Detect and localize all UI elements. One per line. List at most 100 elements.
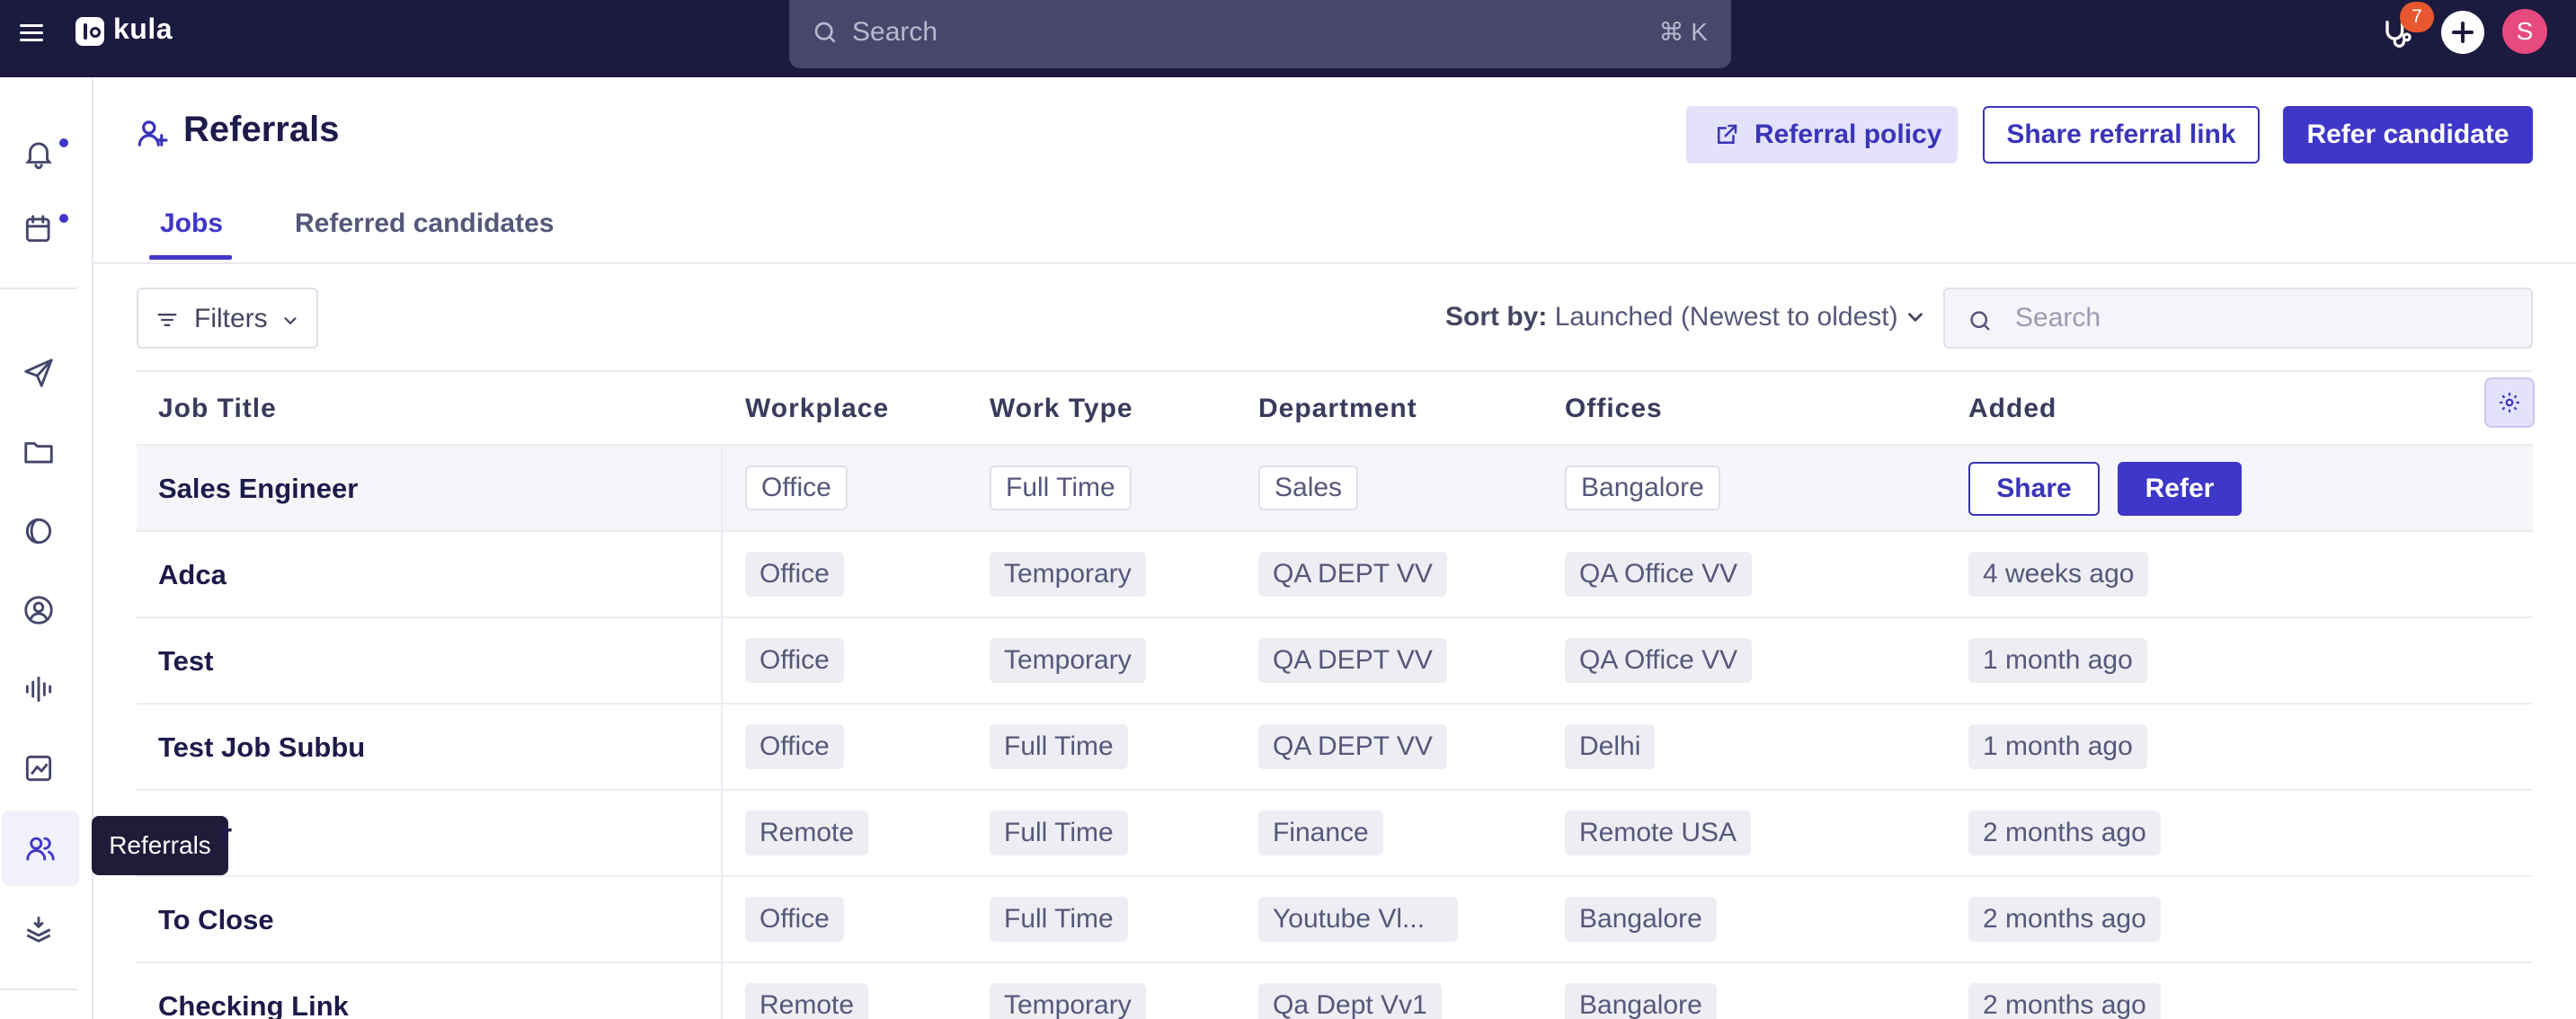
added-pill: 2 months ago [1968, 811, 2161, 855]
bell-icon [25, 142, 52, 170]
referral-policy-label: Referral policy [1754, 120, 1942, 149]
work-type-pill: Full Time [990, 897, 1128, 942]
page-title: Referrals [183, 110, 340, 149]
added-pill: 1 month ago [1968, 724, 2147, 769]
chart-icon [25, 755, 52, 782]
table-row[interactable]: r Remote Full Time Finance Remote USA 2 … [137, 791, 2533, 877]
job-title[interactable]: Test [158, 645, 213, 678]
column-header-workplace[interactable]: Workplace [745, 394, 889, 424]
job-title[interactable]: To Close [158, 904, 274, 936]
referrals-icon [26, 837, 55, 861]
column-divider [721, 446, 723, 1019]
sidebar-item-insights[interactable] [0, 492, 77, 568]
referrals-icon [138, 120, 168, 146]
workplace-pill: Remote [745, 811, 869, 855]
job-title[interactable]: Checking Link [158, 990, 349, 1019]
office-pill: Delhi [1565, 724, 1656, 769]
share-referral-link-button[interactable]: Share referral link [1983, 106, 2260, 164]
chevron-down-icon[interactable] [1904, 306, 1927, 329]
table-row[interactable]: Adca Office Temporary QA DEPT VV QA Offi… [137, 532, 2533, 618]
office-pill: Bangalore [1565, 897, 1717, 942]
avatar[interactable]: S [2502, 9, 2547, 54]
sidebar-item-notifications[interactable] [0, 115, 77, 191]
refer-button[interactable]: Refer [2118, 462, 2242, 516]
tab-jobs[interactable]: Jobs [160, 208, 223, 239]
sort-dropdown[interactable]: Sort by: Launched (Newest to oldest) [1445, 302, 1898, 332]
sidebar-item-folders[interactable] [0, 413, 77, 489]
unread-dot [59, 214, 68, 223]
add-icon[interactable] [2441, 11, 2484, 54]
table-row[interactable]: Checking Link Remote Temporary Qa Dept V… [137, 963, 2533, 1019]
user-circle-icon [24, 596, 53, 625]
sidebar-item-integrations[interactable] [0, 890, 77, 965]
jobs-search-input[interactable] [2015, 300, 2500, 336]
column-header-added[interactable]: Added [1968, 394, 2056, 424]
department-pill: Youtube Vl... [1258, 897, 1458, 942]
sidebar-item-reports[interactable] [0, 730, 77, 805]
table-row[interactable]: Test Job Subbu Office Full Time QA DEPT … [137, 704, 2533, 791]
referral-policy-button[interactable]: Referral policy [1686, 106, 1958, 164]
added-pill: 1 month ago [1968, 638, 2147, 683]
sidebar-item-profile[interactable] [0, 572, 77, 647]
top-bar: kula Search ⌘ K 7 S [0, 0, 2576, 77]
table-row[interactable]: Test Office Temporary QA DEPT VV QA Offi… [137, 618, 2533, 704]
calendar-icon [25, 215, 50, 243]
tab-referred-candidates[interactable]: Referred candidates [295, 208, 554, 239]
department-pill: Qa Dept Vv1 [1258, 983, 1442, 1019]
department-pill: QA DEPT VV [1258, 638, 1447, 683]
added-pill: 2 months ago [1968, 983, 2161, 1019]
column-header-work-type[interactable]: Work Type [990, 394, 1133, 424]
sidebar-item-outreach[interactable] [0, 334, 77, 410]
refer-candidate-button[interactable]: Refer candidate [2283, 106, 2533, 164]
half-circle-icon [25, 518, 52, 545]
global-search[interactable]: Search ⌘ K [789, 0, 1731, 68]
jobs-search[interactable] [1943, 288, 2533, 349]
department-pill: QA DEPT VV [1258, 552, 1447, 597]
sidebar-divider [0, 288, 77, 289]
sidebar-item-referrals[interactable] [2, 811, 79, 886]
menu-icon[interactable] [18, 20, 45, 47]
sidebar-divider [0, 988, 77, 990]
job-title[interactable]: Adca [158, 559, 227, 591]
workplace-pill: Office [745, 724, 844, 769]
job-title[interactable]: Sales Engineer [158, 473, 358, 505]
filter-icon [157, 314, 177, 326]
search-icon [814, 22, 836, 43]
department-pill: Sales [1258, 465, 1359, 510]
office-pill: Remote USA [1565, 811, 1752, 855]
notification-badge: 7 [2400, 2, 2434, 32]
column-header-job-title[interactable]: Job Title [158, 394, 277, 424]
added-pill: 4 weeks ago [1968, 552, 2149, 597]
work-type-pill: Temporary [990, 983, 1146, 1019]
unread-dot [59, 138, 68, 147]
work-type-pill: Full Time [990, 724, 1128, 769]
column-settings-button[interactable] [2484, 377, 2535, 428]
department-pill: QA DEPT VV [1258, 724, 1447, 769]
share-button[interactable]: Share [1968, 462, 2100, 516]
workplace-pill: Office [745, 465, 848, 510]
workplace-pill: Office [745, 552, 844, 597]
job-title[interactable]: r [221, 818, 232, 850]
app-name[interactable]: kula [113, 13, 173, 46]
column-header-department[interactable]: Department [1258, 394, 1417, 424]
sidebar-item-interviews[interactable] [0, 651, 77, 726]
office-pill: QA Office VV [1565, 638, 1753, 683]
sidebar-item-calendar[interactable] [0, 191, 77, 266]
office-pill: Bangalore [1565, 983, 1717, 1019]
search-shortcut: ⌘ K [1658, 18, 1708, 46]
sort-label: Sort by: [1445, 302, 1548, 332]
filters-button[interactable]: Filters [137, 288, 318, 349]
added-pill: 2 months ago [1968, 897, 2161, 942]
job-title[interactable]: Test Job Subbu [158, 731, 365, 764]
workplace-pill: Office [745, 897, 844, 942]
kula-logo-icon[interactable] [76, 17, 104, 46]
audio-wave-icon [25, 676, 52, 703]
department-pill: Finance [1258, 811, 1383, 855]
sidebar [0, 77, 93, 1019]
column-header-offices[interactable]: Offices [1565, 394, 1663, 424]
layers-icon [26, 917, 51, 943]
table-row[interactable]: To Close Office Full Time Youtube Vl... … [137, 877, 2533, 963]
folder-icon [24, 442, 53, 464]
work-type-pill: Temporary [990, 552, 1146, 597]
table-row[interactable]: Sales Engineer Office Full Time Sales Ba… [137, 446, 2533, 532]
